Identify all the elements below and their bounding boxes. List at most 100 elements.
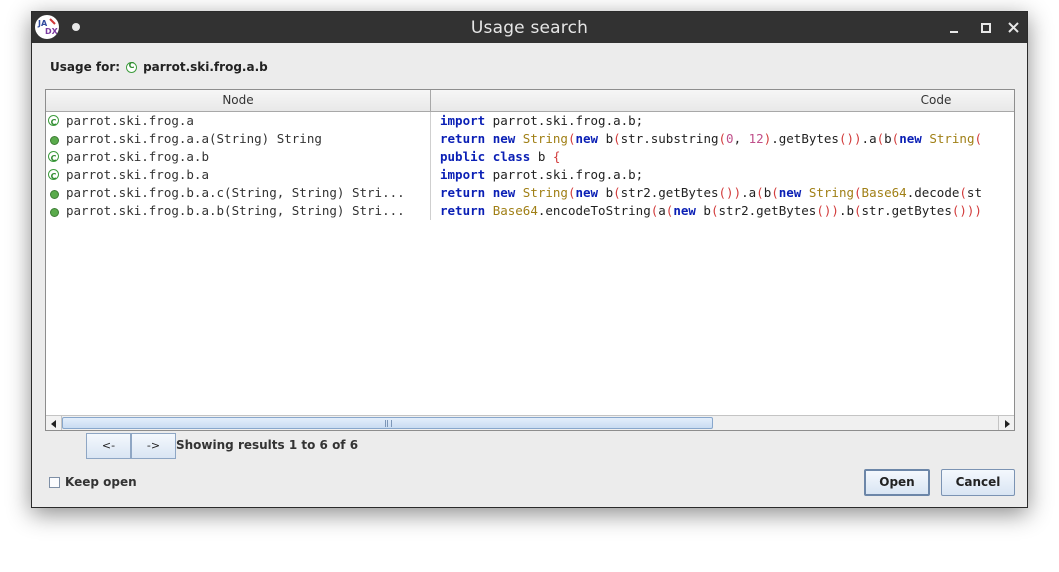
previous-page-button[interactable]: <- (86, 433, 131, 459)
code-token: .getBytes (771, 131, 839, 146)
code-token: ( (613, 131, 621, 146)
code-token: parrot.ski.frog.a.b; (485, 167, 644, 182)
class-icon (48, 114, 59, 130)
code-cell[interactable]: import parrot.ski.frog.a.b; (440, 112, 1014, 130)
node-cell[interactable]: parrot.ski.frog.a.b (46, 148, 431, 166)
code-token: ( (876, 131, 885, 146)
code-token: ( (756, 185, 764, 200)
code-token: new (899, 131, 922, 146)
grip-icon (385, 420, 392, 427)
table-row[interactable]: parrot.ski.frog.b.a.b(String, String) St… (46, 202, 1014, 220)
usage-for-label: Usage for: (50, 60, 121, 74)
results-count: Showing results 1 to 6 of 6 (176, 438, 359, 452)
keep-open-option[interactable]: Keep open (49, 475, 137, 489)
code-token: new (492, 185, 516, 200)
results-table: Node Code parrot.ski.frog.a import parrot… (45, 89, 1015, 431)
table-row[interactable]: parrot.ski.frog.a.a(String) String return… (46, 130, 1014, 148)
node-cell[interactable]: parrot.ski.frog.a.a(String) String (46, 130, 431, 148)
code-token: st (966, 185, 982, 200)
code-token: 0 (726, 131, 734, 146)
class-icon (126, 61, 138, 73)
code-cell[interactable]: return new String(new b(str.substring(0,… (440, 130, 1014, 148)
node-cell[interactable]: parrot.ski.frog.b.a (46, 166, 431, 184)
code-token: return (440, 203, 486, 218)
code-token: ( (974, 131, 982, 146)
minimize-icon[interactable] (946, 19, 964, 37)
code-token: .encodeToString (537, 203, 651, 218)
class-icon (48, 150, 59, 166)
code-token: String (522, 131, 568, 146)
code-token: str.substring (620, 131, 719, 146)
code-token: ) (831, 203, 839, 218)
column-header-code[interactable]: Code (431, 90, 1014, 111)
code-cell[interactable]: import parrot.ski.frog.a.b; (440, 166, 1014, 184)
table-row[interactable]: parrot.ski.frog.a import parrot.ski.frog.… (46, 112, 1014, 130)
method-icon (50, 190, 59, 199)
node-label: parrot.ski.frog.a.a(String) String (66, 131, 322, 146)
code-token: parrot.ski.frog.a.b; (485, 113, 644, 128)
table-body: parrot.ski.frog.a import parrot.ski.frog.… (46, 112, 1014, 220)
code-token: str2.getBytes (718, 203, 817, 218)
code-cell[interactable]: public class b { (440, 148, 1014, 166)
code-token: class (492, 149, 531, 164)
code-token: ( (710, 203, 719, 218)
close-icon[interactable] (1005, 19, 1023, 37)
code-token: b (598, 185, 614, 200)
code-token: b (530, 149, 553, 164)
horizontal-scrollbar[interactable] (46, 415, 1014, 430)
cancel-button[interactable]: Cancel (941, 469, 1015, 496)
code-token: new (575, 131, 599, 146)
code-cell[interactable]: return Base64.encodeToString(a(new b(str… (440, 202, 1014, 220)
code-token: a (658, 203, 666, 218)
node-label: parrot.ski.frog.a (66, 113, 194, 128)
table-row[interactable]: parrot.ski.frog.b.a.c(String, String) St… (46, 184, 1014, 202)
code-token: ( (959, 185, 967, 200)
scroll-left-arrow-icon[interactable] (46, 416, 62, 430)
code-token: { (552, 149, 561, 164)
code-token: Base64 (492, 203, 538, 218)
code-token: new (492, 131, 516, 146)
keep-open-checkbox[interactable] (49, 476, 60, 488)
method-icon (50, 208, 59, 217)
table-row[interactable]: parrot.ski.frog.a.b public class b { (46, 148, 1014, 166)
code-token: str2.getBytes (620, 185, 719, 200)
node-cell[interactable]: parrot.ski.frog.a (46, 112, 431, 130)
node-cell[interactable]: parrot.ski.frog.b.a.c(String, String) St… (46, 184, 431, 202)
code-token: )) (966, 203, 982, 218)
code-token: import (440, 113, 486, 128)
scroll-right-arrow-icon[interactable] (998, 416, 1014, 430)
code-token: ) (733, 185, 742, 200)
code-token: .b (838, 203, 854, 218)
node-label: parrot.ski.frog.b.a.b(String, String) St… (66, 203, 405, 218)
column-header-node[interactable]: Node (46, 90, 431, 111)
code-token: ( (613, 185, 621, 200)
table-header: Node Code (46, 90, 1014, 112)
window-title: Usage search (470, 18, 589, 38)
code-token: ) (854, 131, 862, 146)
code-token: b (884, 131, 892, 146)
node-label: parrot.ski.frog.b.a (66, 167, 209, 182)
code-token: () (951, 203, 967, 218)
table-row[interactable]: parrot.ski.frog.b.a import parrot.ski.fro… (46, 166, 1014, 184)
code-token: .a (861, 131, 877, 146)
maximize-icon[interactable] (977, 19, 995, 37)
code-token: ( (771, 185, 779, 200)
code-token: () (838, 131, 855, 146)
scrollbar-thumb[interactable] (62, 417, 713, 429)
node-label: parrot.ski.frog.a.b (66, 149, 209, 164)
next-page-button[interactable]: -> (131, 433, 176, 459)
open-button[interactable]: Open (864, 469, 930, 496)
code-token: ( (854, 203, 862, 218)
code-cell[interactable]: return new String(new b(str2.getBytes())… (440, 184, 1014, 202)
node-cell[interactable]: parrot.ski.frog.b.a.b(String, String) St… (46, 202, 431, 220)
code-token: .a (741, 185, 757, 200)
code-token: import (440, 167, 486, 182)
keep-open-label: Keep open (65, 475, 137, 489)
title-bar[interactable]: JA DX Usage search (32, 12, 1027, 43)
class-icon (48, 168, 59, 184)
